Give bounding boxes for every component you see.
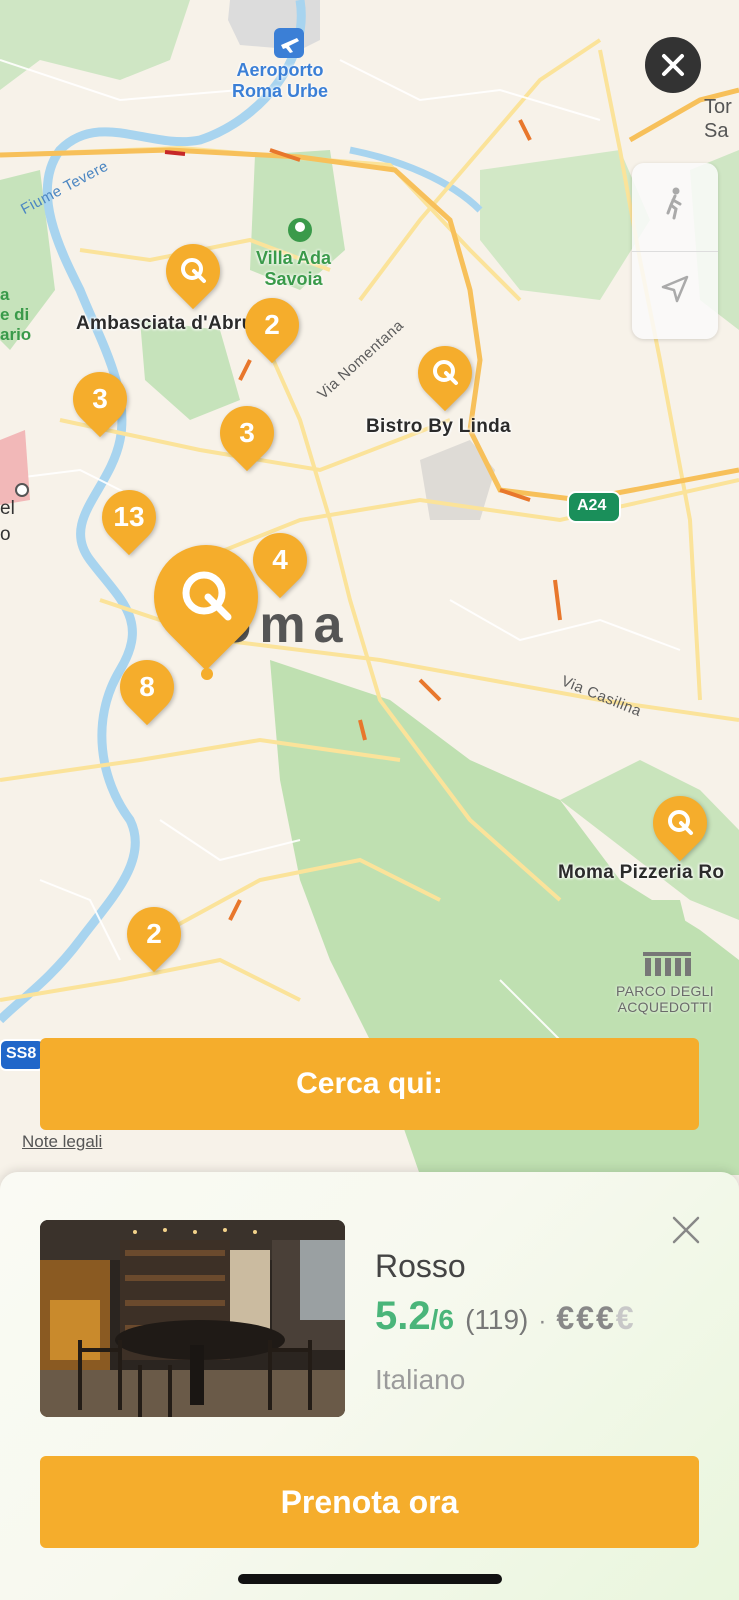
restaurant-logo-icon [668,810,693,835]
cluster-count: 4 [272,544,288,575]
restaurant-pin[interactable] [641,784,719,866]
cluster-count: 8 [139,671,155,702]
airport-label: Aeroporto Roma Urbe [232,60,329,101]
rating-max: /6 [430,1304,454,1335]
cluster-pin[interactable]: 8 [108,648,186,730]
price-inactive: € [615,1300,636,1336]
cluster-count: 2 [264,309,280,340]
ss8-shield-label: SS8 [6,1045,37,1062]
restaurant-photo-image [40,1220,345,1417]
close-icon [662,54,684,76]
parco-label: PARCO DEGLI ACQUEDOTTI [616,983,714,1015]
restaurant-card[interactable]: Rosso 5.2/6 (119) · €€€€ Italiano Prenota … [0,1172,739,1600]
restaurant-logo-icon [182,571,232,621]
search-here-button[interactable]: Cerca qui: [40,1038,699,1130]
edge-label-left-gray: el o [0,498,15,545]
cluster-count: 2 [146,918,162,949]
price-level: €€€€ [556,1300,635,1336]
walking-icon[interactable] [657,185,693,221]
edge-label-top-right: Tor Sa [704,96,732,142]
cluster-pin[interactable]: 2 [115,895,193,977]
separator-dot: · [538,1308,547,1335]
cluster-pin[interactable]: 3 [208,394,286,476]
close-card-icon[interactable] [668,1212,704,1248]
restaurant-photo[interactable] [40,1220,345,1417]
a24-shield-label: A24 [577,497,607,514]
selected-restaurant-pin[interactable] [132,523,280,675]
map-controls [632,163,718,339]
cluster-pin[interactable]: 3 [61,360,139,442]
bistro-label[interactable]: Bistro By Linda [366,416,511,438]
map-view[interactable]: Aeroporto Roma Urbe Villa Ada Savoia Fiu… [0,0,739,1175]
book-now-button[interactable]: Prenota ora [40,1456,699,1548]
restaurant-pin[interactable] [154,232,232,314]
cluster-count: 13 [113,501,145,532]
legal-notes-link[interactable]: Note legali [22,1132,102,1152]
home-indicator[interactable] [238,1574,502,1584]
cluster-count: 3 [92,383,108,414]
cuisine-type: Italiano [375,1364,466,1395]
restaurant-pin[interactable] [406,334,484,416]
cluster-count: 3 [239,417,255,448]
review-count: (119) [465,1304,529,1335]
cluster-pin[interactable]: 4 [241,521,319,603]
rating-value: 5.2 [375,1294,431,1338]
selected-location-dot [201,668,213,680]
cluster-pin[interactable]: 13 [90,478,168,560]
controls-divider [632,251,718,252]
edge-label-left-green: a e di ario [0,285,32,344]
location-arrow-icon[interactable] [657,271,693,307]
price-active: €€€ [556,1300,616,1336]
park-label: Villa Ada Savoia [256,248,332,289]
close-map-button[interactable] [645,37,701,93]
restaurant-logo-icon [181,258,206,283]
restaurant-logo-icon [433,360,458,385]
restaurant-name: Rosso [375,1248,466,1284]
rating-row: 5.2/6 (119) · €€€€ [375,1294,636,1339]
cluster-pin[interactable]: 2 [233,286,311,368]
